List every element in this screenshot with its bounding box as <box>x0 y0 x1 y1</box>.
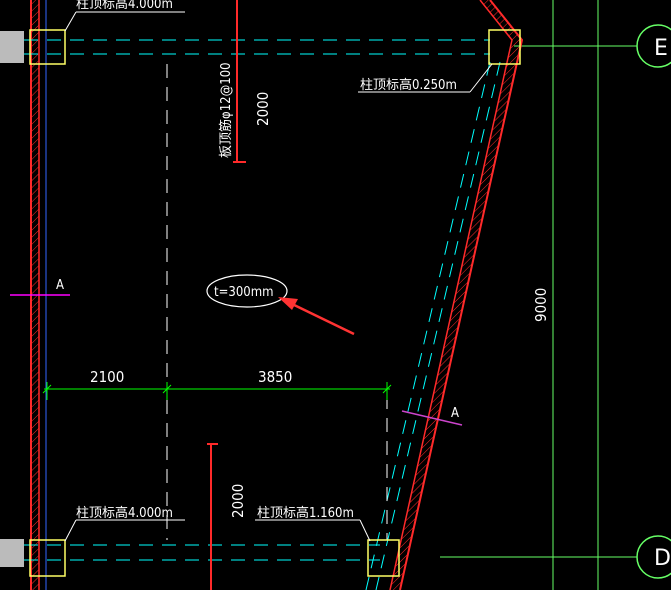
thickness-note: t=300mm <box>214 285 274 300</box>
arrow-shaft <box>289 301 355 336</box>
bottom-left-column-note: 柱顶标高4.000m <box>76 505 173 521</box>
leader-bottom-mid <box>359 519 371 542</box>
dim-2000-bottom: 2000 <box>229 484 247 518</box>
arrow-icon <box>278 297 298 310</box>
section-label-right: A <box>451 406 459 421</box>
dim-2100: 2100 <box>90 368 124 386</box>
end-marker-bottom <box>0 539 24 567</box>
rebar-note: 板顶筋φ12@100 <box>218 62 234 158</box>
leader-top-left <box>64 11 77 32</box>
top-left-column-note: 柱顶标高4.000m <box>76 0 173 12</box>
section-label-left: A <box>56 278 64 293</box>
top-right-column-note: 柱顶标高0.250m <box>360 77 457 93</box>
leader-top-right <box>469 63 493 93</box>
bottom-mid-column-note: 柱顶标高1.160m <box>257 505 354 521</box>
end-marker-top <box>0 31 24 63</box>
leader-bottom-left <box>64 519 77 542</box>
axis-label-d: D <box>654 546 671 571</box>
dim-9000: 9000 <box>532 288 550 322</box>
cad-drawing: 柱顶标高4.000m 柱顶标高0.250m 板顶筋φ12@100 2000 t=… <box>0 0 671 590</box>
axis-label-e: E <box>654 36 668 61</box>
dim-3850: 3850 <box>258 368 292 386</box>
dim-2000-top: 2000 <box>254 92 272 126</box>
